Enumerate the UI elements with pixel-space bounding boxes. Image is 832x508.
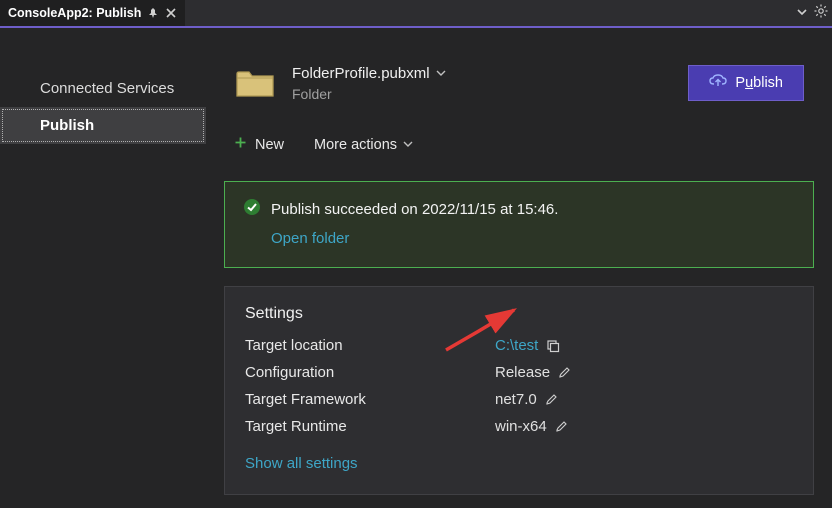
more-actions-label: More actions [314, 137, 397, 153]
status-box: Publish succeeded on 2022/11/15 at 15:46… [224, 181, 814, 268]
copy-icon[interactable] [546, 339, 560, 353]
open-folder-label: Open folder [271, 230, 349, 247]
setting-label-target-location: Target location [245, 337, 495, 354]
setting-value-configuration: Release [495, 364, 793, 381]
folder-icon [234, 64, 276, 102]
sidebar-item-label: Connected Services [40, 80, 174, 97]
target-location-value: C:\test [495, 337, 538, 354]
new-label: New [255, 137, 284, 153]
chevron-down-icon [436, 65, 446, 82]
dropdown-icon[interactable] [796, 5, 808, 21]
sidebar: Connected Services Publish [0, 28, 206, 508]
tab-bar: ConsoleApp2: Publish [0, 0, 832, 28]
edit-icon[interactable] [545, 393, 558, 406]
profile-kind: Folder [292, 86, 672, 102]
publish-button-label: Publish [735, 75, 783, 91]
sidebar-item-publish[interactable]: Publish [0, 107, 206, 144]
settings-heading: Settings [245, 305, 793, 323]
edit-icon[interactable] [558, 366, 571, 379]
setting-label-configuration: Configuration [245, 364, 495, 381]
main-area: Connected Services Publish FolderProfile… [0, 28, 832, 508]
setting-value-target-runtime: win-x64 [495, 418, 793, 435]
publish-button[interactable]: Publish [688, 65, 804, 101]
settings-panel: Settings Target location C:\test Configu… [224, 286, 814, 495]
setting-value-target-framework: net7.0 [495, 391, 793, 408]
publish-cloud-icon [709, 74, 727, 92]
edit-icon[interactable] [555, 420, 568, 433]
setting-value-target-location[interactable]: C:\test [495, 337, 793, 354]
show-all-settings-link[interactable]: Show all settings [245, 455, 793, 472]
sidebar-item-connected-services[interactable]: Connected Services [0, 70, 206, 107]
pin-icon[interactable] [147, 7, 159, 19]
target-runtime-value: win-x64 [495, 418, 547, 435]
gear-icon[interactable] [814, 4, 828, 21]
profile-header: FolderProfile.pubxml Folder Publish [224, 42, 814, 116]
action-row: New More actions [224, 130, 814, 167]
plus-icon [234, 136, 247, 153]
chevron-down-icon [403, 137, 413, 153]
profile-name-dropdown[interactable]: FolderProfile.pubxml [292, 65, 672, 82]
status-message: Publish succeeded on 2022/11/15 at 15:46… [271, 201, 558, 218]
target-framework-value: net7.0 [495, 391, 537, 408]
new-profile-button[interactable]: New [234, 136, 284, 153]
close-icon[interactable] [165, 7, 177, 19]
success-check-icon [243, 198, 261, 220]
more-actions-button[interactable]: More actions [314, 137, 413, 153]
tab-title: ConsoleApp2: Publish [8, 6, 141, 20]
setting-label-target-framework: Target Framework [245, 391, 495, 408]
show-all-label: Show all settings [245, 455, 358, 472]
settings-grid: Target location C:\test Configuration Re… [245, 337, 793, 435]
tab-publish[interactable]: ConsoleApp2: Publish [0, 0, 185, 26]
sidebar-item-label: Publish [40, 117, 94, 134]
profile-name: FolderProfile.pubxml [292, 65, 430, 82]
content: FolderProfile.pubxml Folder Publish [206, 28, 832, 508]
open-folder-link[interactable]: Open folder [271, 230, 795, 247]
configuration-value: Release [495, 364, 550, 381]
setting-label-target-runtime: Target Runtime [245, 418, 495, 435]
